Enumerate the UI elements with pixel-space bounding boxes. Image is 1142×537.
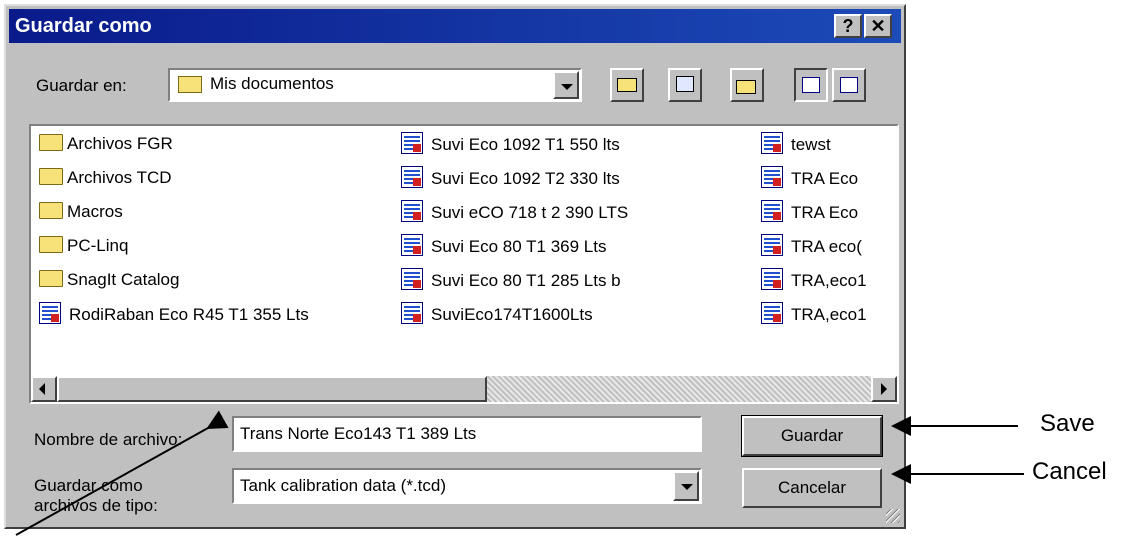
up-folder-icon <box>617 78 637 92</box>
list-item-label: TRA Eco <box>791 169 859 188</box>
list-item-label: RodiRaban Eco R45 T1 355 Lts <box>69 305 309 324</box>
save-button[interactable]: Guardar <box>741 415 883 457</box>
chevron-down-icon[interactable] <box>553 71 579 99</box>
document-icon <box>761 166 783 188</box>
save-in-value: Mis documentos <box>210 74 334 93</box>
list-item[interactable]: SuviEco174T1600Lts <box>401 302 593 326</box>
list-item[interactable]: Suvi Eco 1092 T1 550 lts <box>401 132 620 156</box>
details-view-icon <box>840 77 858 93</box>
list-item[interactable]: RodiRaban Eco R45 T1 355 Lts <box>39 302 309 326</box>
document-icon <box>401 200 423 222</box>
list-item[interactable]: Suvi Eco 80 T1 285 Lts b <box>401 268 621 292</box>
list-item[interactable]: TRA eco( <box>761 234 862 258</box>
filename-label: Nombre de archivo: <box>34 430 183 449</box>
list-item-label: Archivos FGR <box>67 134 173 153</box>
filetype-combo[interactable]: Tank calibration data (*.tcd) <box>232 468 702 504</box>
save-in-combo[interactable]: Mis documentos <box>168 68 582 102</box>
list-item[interactable]: TRA,eco1 <box>761 268 867 292</box>
list-item-label: Suvi eCO 718 t 2 390 LTS <box>431 203 629 222</box>
chevron-down-icon[interactable] <box>673 471 699 501</box>
annotation-cancel: Cancel <box>1032 458 1107 485</box>
document-icon <box>401 132 423 154</box>
list-view-icon <box>802 77 820 93</box>
list-item[interactable]: Suvi eCO 718 t 2 390 LTS <box>401 200 628 224</box>
document-icon <box>761 302 783 324</box>
scroll-thumb[interactable] <box>57 376 487 402</box>
list-item-label: TRA,eco1 <box>791 305 867 324</box>
filename-input[interactable]: Trans Norte Eco143 T1 389 Lts <box>232 416 702 452</box>
folder-icon <box>39 236 63 253</box>
close-button[interactable]: ✕ <box>864 14 892 38</box>
details-view-button[interactable] <box>832 68 866 102</box>
list-item[interactable]: TRA,eco1 <box>761 302 867 326</box>
list-item[interactable]: Archivos FGR <box>39 132 173 156</box>
list-item-label: Suvi Eco 1092 T1 550 lts <box>431 135 620 154</box>
list-item-label: SnagIt Catalog <box>67 270 180 289</box>
list-item-label: PC-Linq <box>67 236 129 255</box>
up-folder-button[interactable] <box>610 68 644 102</box>
help-button[interactable]: ? <box>834 14 862 38</box>
desktop-icon <box>676 76 694 92</box>
document-icon <box>761 234 783 256</box>
list-item-label: Archivos TCD <box>67 168 172 187</box>
document-icon <box>39 302 61 324</box>
list-item[interactable]: TRA Eco <box>761 200 858 224</box>
scroll-left-button[interactable] <box>31 376 57 402</box>
document-icon <box>761 132 783 154</box>
document-icon <box>401 268 423 290</box>
document-icon <box>401 302 423 324</box>
list-item-label: TRA,eco1 <box>791 271 867 290</box>
scroll-right-button[interactable] <box>871 376 897 402</box>
list-view-button[interactable] <box>794 68 828 102</box>
folder-icon <box>39 168 63 185</box>
desktop-button[interactable] <box>668 68 702 102</box>
list-item[interactable]: Suvi Eco 1092 T2 330 lts <box>401 166 620 190</box>
new-folder-button[interactable] <box>730 68 764 102</box>
list-item[interactable]: SnagIt Catalog <box>39 268 179 292</box>
close-icon: ✕ <box>870 16 886 36</box>
list-item[interactable]: Macros <box>39 200 123 224</box>
folder-open-icon <box>178 76 202 93</box>
list-item-label: Suvi Eco 80 T1 285 Lts b <box>431 271 621 290</box>
list-item-label: TRA Eco <box>791 203 859 222</box>
save-as-dialog: Guardar como ? ✕ Guardar en: Mis documen… <box>4 4 906 529</box>
folder-icon <box>39 202 63 219</box>
cancel-button[interactable]: Cancelar <box>742 468 882 508</box>
list-item-label: Macros <box>67 202 123 221</box>
list-item-label: Suvi Eco 1092 T2 330 lts <box>431 169 620 188</box>
list-item[interactable]: Suvi Eco 80 T1 369 Lts <box>401 234 606 258</box>
arrow-left-icon <box>39 383 45 395</box>
horizontal-scrollbar[interactable] <box>31 376 897 402</box>
document-icon <box>401 234 423 256</box>
document-icon <box>401 166 423 188</box>
list-item-label: SuviEco174T1600Lts <box>431 305 593 324</box>
list-item-label: TRA eco( <box>791 237 862 256</box>
annotation-save: Save <box>1040 410 1095 437</box>
list-item[interactable]: tewst <box>761 132 831 156</box>
filetype-label: Guardar como archivos de tipo: <box>34 476 158 515</box>
list-item[interactable]: Archivos TCD <box>39 166 172 190</box>
folder-icon <box>39 270 63 287</box>
file-list[interactable]: Archivos FGR Archivos TCD Macros PC-Linq Sna… <box>29 124 899 404</box>
list-item[interactable]: PC-Linq <box>39 234 128 258</box>
list-item[interactable]: TRA Eco <box>761 166 858 190</box>
list-item-label: Suvi Eco 80 T1 369 Lts <box>431 237 607 256</box>
folder-icon <box>39 134 63 151</box>
new-folder-icon <box>736 80 756 94</box>
document-icon <box>761 268 783 290</box>
title-bar[interactable]: Guardar como <box>9 9 901 43</box>
resize-grip-icon[interactable] <box>886 509 900 523</box>
window-title: Guardar como <box>15 15 152 37</box>
save-in-label: Guardar en: <box>36 76 127 95</box>
arrow-right-icon <box>881 383 887 395</box>
document-icon <box>761 200 783 222</box>
list-item-label: tewst <box>791 135 831 154</box>
